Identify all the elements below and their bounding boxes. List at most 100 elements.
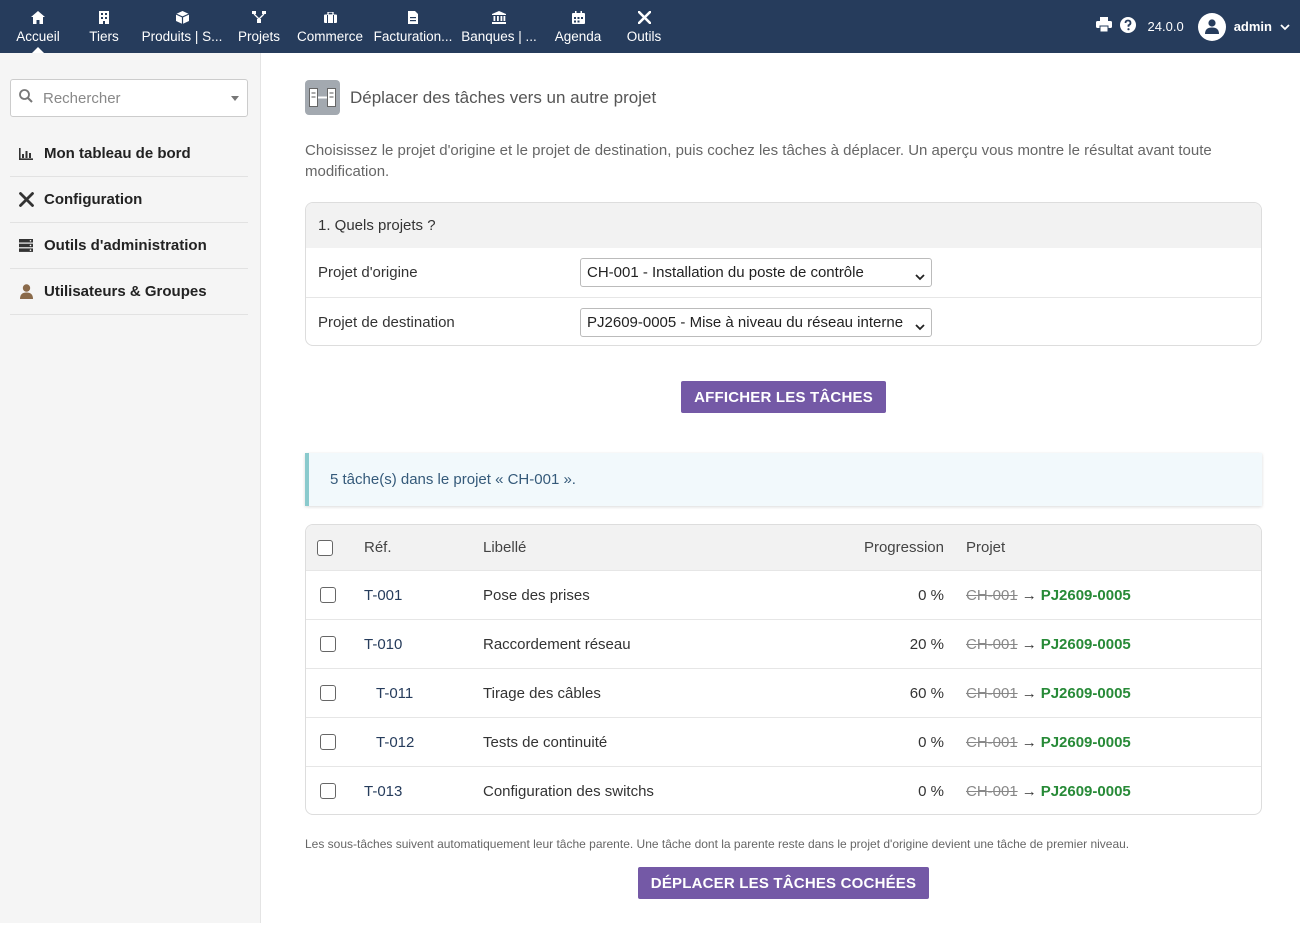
nav-label: Banques | ... [461, 29, 537, 44]
nav-agenda[interactable]: Agenda [541, 0, 615, 53]
new-project: PJ2609-0005 [1040, 684, 1131, 702]
task-ref-link[interactable]: T-010 [364, 620, 402, 668]
nav-accueil[interactable]: Accueil [5, 0, 71, 53]
task-progress: 0 % [918, 782, 944, 800]
info-message: 5 tâche(s) dans le projet « CH-001 ». [305, 453, 1262, 506]
origin-project-select[interactable]: CH-001 - Installation du poste de contrô… [580, 258, 932, 287]
destination-project-select[interactable]: PJ2609-0005 - Mise à niveau du réseau in… [580, 308, 932, 337]
tools-icon [637, 10, 651, 24]
projects-card: 1. Quels projets ? Projet d'origine CH-0… [305, 202, 1262, 346]
server-icon [18, 238, 34, 254]
main-nav: Accueil Tiers Produits | S... Projets Co… [0, 0, 673, 53]
select-all-checkbox[interactable] [317, 539, 333, 556]
task-project-change: CH-001 → PJ2609-0005 [966, 767, 1131, 814]
cube-icon [175, 10, 189, 24]
row-checkbox[interactable] [320, 783, 336, 799]
home-icon [31, 10, 45, 24]
task-label: Pose des prises [483, 586, 590, 604]
nav-label: Facturation... [373, 29, 453, 44]
table-row: T-012 Tests de continuité 0 % CH-001 → P… [306, 717, 1261, 766]
task-label: Tirage des câbles [483, 684, 601, 702]
table-row: T-010 Raccordement réseau 20 % CH-001 → … [306, 619, 1261, 668]
header-progress: Progression [863, 539, 944, 556]
old-project: CH-001 [966, 684, 1018, 702]
avatar[interactable] [1197, 12, 1226, 41]
arrow-right-icon: → [1021, 733, 1037, 751]
move-tasks-icon [305, 80, 340, 115]
task-progress: 20 % [909, 635, 944, 653]
origin-label: Projet d'origine [318, 264, 418, 281]
move-tasks-button[interactable]: DÉPLACER LES TÂCHES COCHÉES [638, 867, 929, 899]
row-checkbox[interactable] [320, 734, 336, 750]
chevron-down-icon[interactable] [1280, 18, 1290, 35]
sidebar-item-configuration[interactable]: Configuration [10, 177, 248, 223]
row-checkbox-cell [320, 669, 336, 717]
sidebar: Rechercher Mon tableau de bord Configura… [0, 53, 261, 923]
new-project: PJ2609-0005 [1040, 733, 1131, 751]
task-ref-link[interactable]: T-001 [364, 571, 402, 619]
task-ref-link[interactable]: T-011 [376, 669, 413, 717]
top-right-tools: 24.0.0 admin [1095, 0, 1290, 53]
invoice-icon [406, 10, 420, 24]
sidebar-item-label: Mon tableau de bord [44, 145, 191, 162]
sidebar-menu: Mon tableau de bord Configuration Outils… [10, 131, 248, 315]
intro-text: Choisissez le projet d'origine et le pro… [305, 142, 1212, 180]
sidebar-item-label: Outils d'administration [44, 237, 207, 254]
nav-produits[interactable]: Produits | S... [137, 0, 227, 53]
sidebar-item-label: Utilisateurs & Groupes [44, 283, 207, 300]
sidebar-item-label: Configuration [44, 191, 143, 208]
row-checkbox[interactable] [320, 636, 336, 652]
task-label: Configuration des switchs [483, 782, 654, 800]
nav-label: Commerce [297, 29, 364, 44]
sitemap-icon [252, 10, 266, 24]
nav-label: Projets [237, 29, 281, 44]
row-checkbox-cell [320, 620, 336, 668]
header-label: Libellé [483, 539, 527, 556]
show-tasks-button[interactable]: AFFICHER LES TÂCHES [681, 381, 886, 413]
task-project-change: CH-001 → PJ2609-0005 [966, 571, 1131, 619]
new-project: PJ2609-0005 [1040, 635, 1131, 653]
destination-project-value: PJ2609-0005 - Mise à niveau du réseau in… [587, 314, 904, 331]
caret-down-icon[interactable] [231, 96, 239, 101]
sidebar-item-dashboard[interactable]: Mon tableau de bord [10, 131, 248, 177]
task-project-change: CH-001 → PJ2609-0005 [966, 620, 1131, 668]
task-progress: 60 % [909, 684, 944, 702]
new-project: PJ2609-0005 [1040, 586, 1131, 604]
arrow-right-icon: → [1021, 586, 1037, 604]
calendar-icon [571, 10, 585, 24]
nav-outils[interactable]: Outils [615, 0, 673, 53]
row-checkbox-cell [320, 767, 336, 814]
step1-heading: 1. Quels projets ? [306, 203, 1261, 248]
old-project: CH-001 [966, 635, 1018, 653]
destination-row: Projet de destination PJ2609-0005 - Mise… [306, 297, 1261, 345]
old-project: CH-001 [966, 782, 1018, 800]
chevron-down-icon [915, 318, 925, 335]
task-project-change: CH-001 → PJ2609-0005 [966, 669, 1131, 717]
row-checkbox[interactable] [320, 587, 336, 603]
nav-facturation[interactable]: Facturation... [369, 0, 457, 53]
search-input[interactable]: Rechercher [10, 79, 248, 117]
print-icon[interactable] [1095, 17, 1112, 36]
nav-tiers[interactable]: Tiers [71, 0, 137, 53]
table-row: T-011 Tirage des câbles 60 % CH-001 → PJ… [306, 668, 1261, 717]
bank-icon [492, 10, 506, 24]
select-all-cell [317, 525, 333, 570]
task-ref-link[interactable]: T-012 [376, 718, 414, 766]
username[interactable]: admin [1234, 19, 1272, 34]
new-project: PJ2609-0005 [1040, 782, 1131, 800]
search-icon [19, 89, 33, 107]
nav-label: Accueil [16, 29, 60, 44]
top-navbar: Accueil Tiers Produits | S... Projets Co… [0, 0, 1300, 53]
nav-commerce[interactable]: Commerce [291, 0, 369, 53]
user-icon [18, 284, 34, 300]
table-row: T-013 Configuration des switchs 0 % CH-0… [306, 766, 1261, 814]
sidebar-item-admin-tools[interactable]: Outils d'administration [10, 223, 248, 269]
task-ref-link[interactable]: T-013 [364, 767, 402, 814]
row-checkbox[interactable] [320, 685, 336, 701]
table-row: T-001 Pose des prises 0 % CH-001 → PJ260… [306, 570, 1261, 619]
origin-project-value: CH-001 - Installation du poste de contrô… [587, 264, 864, 281]
sidebar-item-users-groups[interactable]: Utilisateurs & Groupes [10, 269, 248, 315]
nav-banques[interactable]: Banques | ... [457, 0, 541, 53]
help-icon[interactable] [1119, 16, 1136, 37]
nav-projets[interactable]: Projets [227, 0, 291, 53]
